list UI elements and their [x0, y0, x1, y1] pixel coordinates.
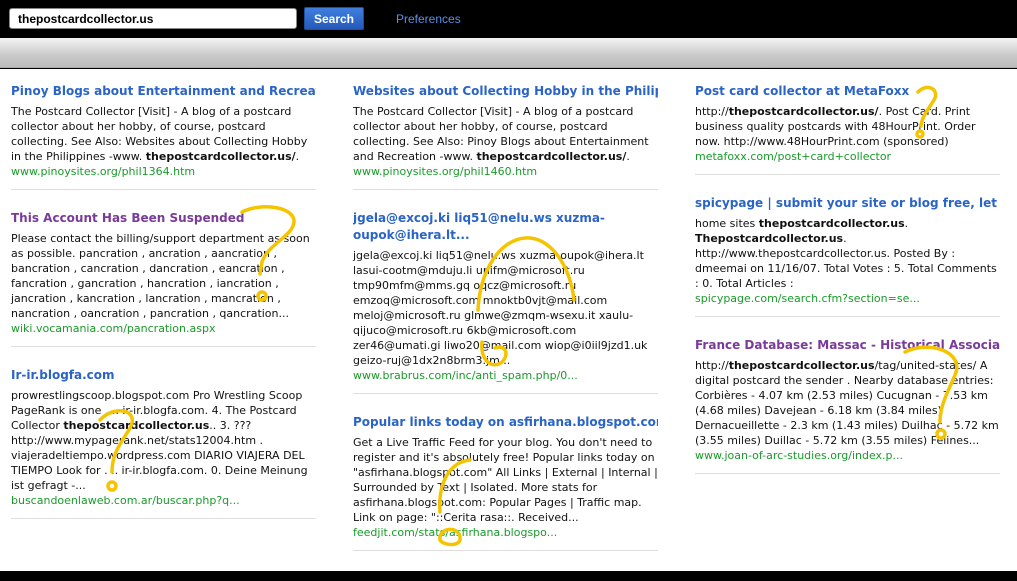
snippet-text: http://	[695, 105, 729, 118]
toolbar-strip	[0, 38, 1017, 68]
result-title-link[interactable]: France Database: Massac - Historical Ass…	[695, 337, 1000, 354]
search-input[interactable]	[9, 8, 297, 29]
result-item: Websites about Collecting Hobby in the P…	[353, 83, 658, 190]
snippet-text: .	[626, 150, 630, 163]
snippet-text: .	[904, 217, 909, 230]
result-snippet: home sites thepostcardcollector.us. Thep…	[695, 216, 1000, 291]
result-url-link[interactable]: feedjit.com/stats/asfirhana.blogspo...	[353, 525, 658, 540]
result-title-link[interactable]: Ir-ir.blogfa.com	[11, 367, 316, 384]
snippet-text: home sites	[695, 217, 759, 230]
result-url-link[interactable]: wiki.vocamania.com/pancration.aspx	[11, 321, 316, 336]
results-column-2: Websites about Collecting Hobby in the P…	[353, 83, 658, 571]
snippet-text: /tag/united-states/ A digital postcard t…	[695, 359, 999, 447]
results-area: Pinoy Blogs about Entertainment and Recr…	[0, 69, 1017, 571]
result-url-link[interactable]: www.pinoysites.org/phil1364.htm	[11, 164, 316, 179]
highlighted-term: thepostcardcollector.us/	[476, 150, 627, 163]
bottom-strip	[0, 571, 1017, 581]
result-item: France Database: Massac - Historical Ass…	[695, 337, 1000, 474]
results-column-1: Pinoy Blogs about Entertainment and Recr…	[11, 83, 316, 539]
snippet-text: http://	[695, 359, 729, 372]
result-url-link[interactable]: www.pinoysites.org/phil1460.htm	[353, 164, 658, 179]
result-snippet: jgela@excoj.ki liq51@nelu.ws xuzma-oupok…	[353, 248, 658, 368]
result-item: Post card collector at MetaFoxx http://t…	[695, 83, 1000, 175]
result-snippet: Please contact the billing/support depar…	[11, 231, 316, 321]
result-url-link[interactable]: spicypage.com/search.cfm?section=se...	[695, 291, 1000, 306]
result-snippet: The Postcard Collector [Visit] - A blog …	[353, 104, 658, 164]
highlighted-term: thepostcardcollector.us	[758, 217, 905, 230]
snippet-text: .	[295, 150, 300, 163]
result-item: Ir-ir.blogfa.com prowrestlingscoop.blogs…	[11, 367, 316, 519]
result-snippet: http://thepostcardcollector.us/tag/unite…	[695, 358, 1000, 448]
top-bar: Search Preferences	[0, 0, 1017, 38]
result-item: Popular links today on asfirhana.blogspo…	[353, 414, 658, 551]
result-title-link[interactable]: Websites about Collecting Hobby in the P…	[353, 83, 658, 100]
result-item: Pinoy Blogs about Entertainment and Recr…	[11, 83, 316, 190]
result-title-link[interactable]: spicypage | submit your site or blog fre…	[695, 195, 1000, 212]
result-url-link[interactable]: www.brabrus.com/inc/anti_spam.php/0...	[353, 368, 658, 383]
results-column-3: Post card collector at MetaFoxx http://t…	[695, 83, 1000, 494]
result-item: spicypage | submit your site or blog fre…	[695, 195, 1000, 317]
result-snippet: The Postcard Collector [Visit] - A blog …	[11, 104, 316, 164]
result-title-link[interactable]: jgela@excoj.ki liq51@nelu.ws xuzma-oupok…	[353, 210, 658, 244]
preferences-link[interactable]: Preferences	[396, 12, 461, 26]
result-title-link[interactable]: Post card collector at MetaFoxx	[695, 83, 1000, 100]
search-button[interactable]: Search	[304, 7, 364, 30]
result-url-link[interactable]: www.joan-of-arc-studies.org/index.p...	[695, 448, 1000, 463]
result-url-link[interactable]: metafoxx.com/post+card+collector	[695, 149, 1000, 164]
result-snippet: http://thepostcardcollector.us/. Post Ca…	[695, 104, 1000, 149]
snippet-text: Get a Live Traffic Feed for your blog. Y…	[353, 436, 658, 524]
result-snippet: Get a Live Traffic Feed for your blog. Y…	[353, 435, 658, 525]
highlighted-term: Thepostcardcollector.us	[695, 232, 844, 245]
highlighted-term: thepostcardcollector.us/	[145, 150, 296, 163]
result-title-link[interactable]: Popular links today on asfirhana.blogspo…	[353, 414, 658, 431]
result-url-link[interactable]: buscandoenlaweb.com.ar/buscar.php?q...	[11, 493, 316, 508]
result-snippet: prowrestlingscoop.blogspot.com Pro Wrest…	[11, 388, 316, 493]
highlighted-term: thepostcardcollector.us	[63, 419, 210, 432]
result-item: This Account Has Been Suspended Please c…	[11, 210, 316, 347]
snippet-text: jgela@excoj.ki liq51@nelu.ws xuzma-oupok…	[353, 249, 648, 367]
highlighted-term: thepostcardcollector.us/	[728, 105, 879, 118]
highlighted-term: thepostcardcollector.us	[728, 359, 875, 372]
result-title-link[interactable]: This Account Has Been Suspended	[11, 210, 316, 227]
snippet-text: Please contact the billing/support depar…	[11, 232, 310, 320]
result-title-link[interactable]: Pinoy Blogs about Entertainment and Recr…	[11, 83, 316, 100]
result-item: jgela@excoj.ki liq51@nelu.ws xuzma-oupok…	[353, 210, 658, 394]
